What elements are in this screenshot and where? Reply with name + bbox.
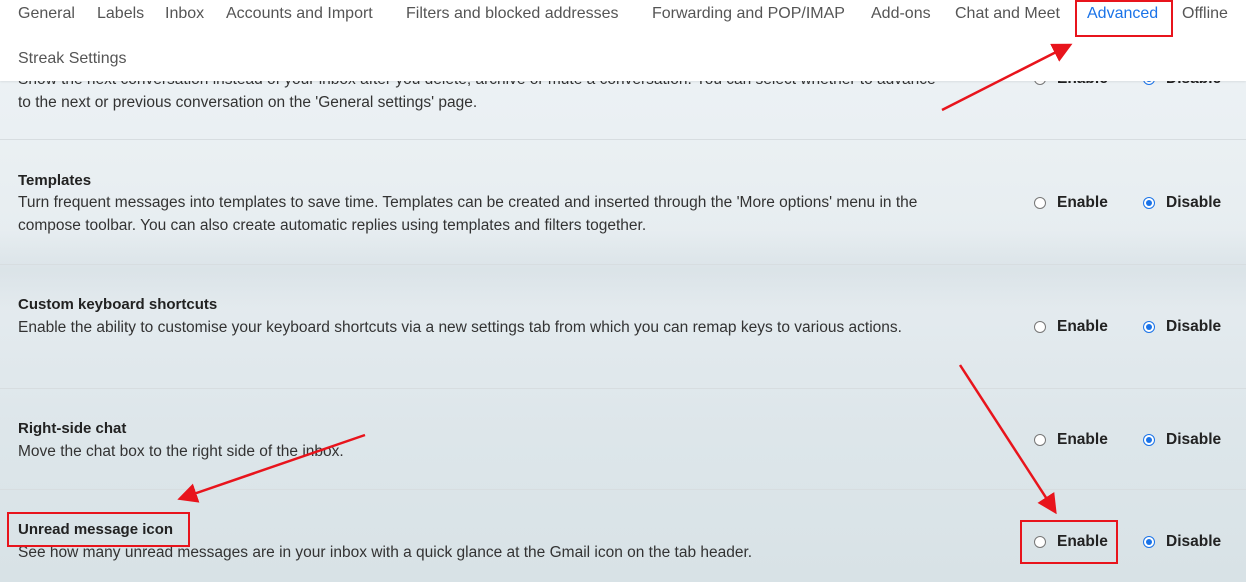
arrow-to-unread-title	[177, 433, 366, 503]
annotation-arrows	[177, 43, 1073, 515]
arrow-to-enable-radio	[958, 364, 1057, 515]
arrow-to-advanced	[941, 43, 1073, 112]
